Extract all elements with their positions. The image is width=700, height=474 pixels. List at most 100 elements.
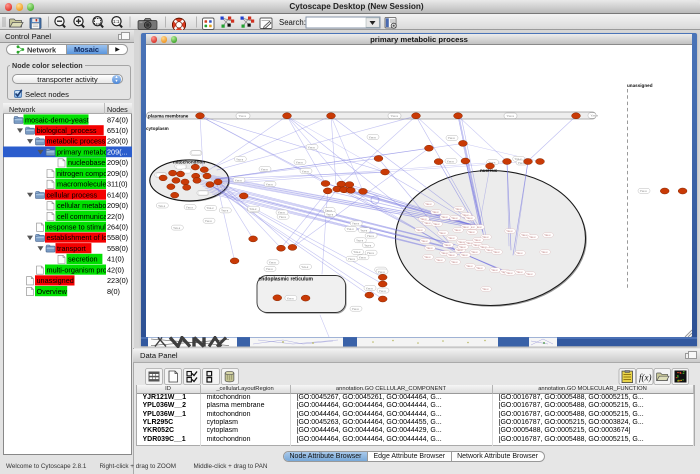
svg-text:Yxx-x: Yxx-x	[379, 289, 387, 293]
svg-text:Yxx-x: Yxx-x	[353, 250, 361, 254]
svg-text:Yxx-x: Yxx-x	[439, 232, 446, 235]
svg-text:Overview: Overview	[37, 287, 68, 296]
svg-text:Yxx-x: Yxx-x	[516, 271, 523, 274]
svg-text:Yxx-x: Yxx-x	[367, 251, 375, 255]
svg-text:Yxx-x: Yxx-x	[476, 267, 483, 270]
svg-text:Yxx-x: Yxx-x	[301, 265, 309, 269]
svg-text:multi-organism pro...: multi-organism pro...	[47, 265, 114, 274]
svg-text:Yxx-x: Yxx-x	[356, 239, 364, 243]
svg-text:Yxx-x: Yxx-x	[261, 167, 269, 171]
svg-text:Yxx-x: Yxx-x	[640, 189, 648, 193]
svg-text:Yxx-x: Yxx-x	[454, 229, 461, 232]
svg-text:264(0): 264(0)	[107, 223, 128, 232]
svg-text:Yxx-x: Yxx-x	[436, 259, 443, 262]
svg-text:Yxx-x: Yxx-x	[455, 208, 462, 211]
svg-text:Yxx-x: Yxx-x	[279, 215, 287, 219]
svg-text:Yxx-x: Yxx-x	[458, 241, 465, 244]
svg-text:Yxx-x: Yxx-x	[378, 270, 386, 274]
svg-text:223(0): 223(0)	[107, 276, 128, 285]
svg-text:cytoplasm: cytoplasm	[146, 126, 169, 131]
svg-text:Yxx-x: Yxx-x	[526, 273, 533, 276]
svg-text:Yxx-x: Yxx-x	[308, 145, 316, 149]
svg-text:unassigned: unassigned	[627, 83, 653, 88]
svg-text:Yxx-x: Yxx-x	[205, 219, 213, 223]
svg-text:Search:: Search:	[279, 18, 306, 27]
svg-text:Yxx-x: Yxx-x	[239, 114, 247, 118]
svg-text:Yxx-x: Yxx-x	[521, 234, 528, 237]
svg-text:Yxx-x: Yxx-x	[424, 222, 431, 225]
svg-text:Yxx-x: Yxx-x	[424, 256, 431, 259]
svg-text:Yxx-x: Yxx-x	[249, 207, 257, 211]
svg-text:f(x): f(x)	[639, 373, 652, 383]
svg-text:Yxx-x: Yxx-x	[506, 272, 513, 275]
svg-text:Yxx-x: Yxx-x	[367, 234, 375, 238]
svg-text:Yxx-x: Yxx-x	[591, 114, 599, 118]
svg-text:Yxx-x: Yxx-x	[287, 296, 295, 300]
svg-text:Yxx-x: Yxx-x	[416, 229, 423, 232]
svg-text:plasma membrane: plasma membrane	[148, 114, 189, 119]
svg-text:Yxx-x: Yxx-x	[425, 203, 432, 206]
svg-text:Yxx-x: Yxx-x	[366, 286, 374, 290]
svg-text:Yxx-x: Yxx-x	[348, 257, 356, 261]
svg-text:311(0): 311(0)	[107, 180, 128, 189]
svg-text:Yxx-x: Yxx-x	[507, 114, 515, 118]
svg-text:cellular process: cellular process	[47, 190, 98, 199]
svg-text:Yxx-x: Yxx-x	[448, 254, 455, 257]
svg-text:558(0): 558(0)	[107, 244, 128, 253]
svg-text:Yxx-x: Yxx-x	[491, 269, 498, 272]
svg-text:Yxx-x: Yxx-x	[506, 230, 513, 233]
svg-text:Yxx-x: Yxx-x	[302, 169, 310, 173]
svg-text:mosaic-demo-yeast: mosaic-demo-yeast	[25, 115, 89, 124]
svg-text:Yxx-x: Yxx-x	[541, 251, 548, 254]
svg-text:Yxx-x: Yxx-x	[433, 223, 440, 226]
svg-text:Yxx-x: Yxx-x	[466, 265, 473, 268]
svg-text:endoplasmic reticulum: endoplasmic reticulum	[259, 277, 314, 283]
svg-text:Yxx-x: Yxx-x	[352, 307, 360, 311]
svg-text:Yxx-x: Yxx-x	[369, 135, 377, 139]
svg-text:Yxx-x: Yxx-x	[391, 114, 399, 118]
svg-text:Yxx-x: Yxx-x	[441, 216, 448, 219]
svg-text:Yxx-x: Yxx-x	[173, 226, 181, 230]
svg-text:Yxx-x: Yxx-x	[544, 234, 551, 237]
svg-text:metabolic process: metabolic process	[47, 137, 106, 146]
svg-text:209(0): 209(0)	[107, 201, 128, 210]
svg-text:558(0): 558(0)	[107, 233, 128, 242]
svg-text:Yxx-x: Yxx-x	[493, 251, 500, 254]
svg-text:Yxx-x: Yxx-x	[462, 226, 469, 229]
svg-text:secretion: secretion	[68, 255, 98, 264]
svg-text:unassigned: unassigned	[37, 276, 74, 285]
svg-text:22(0): 22(0)	[107, 212, 124, 221]
svg-text:Yxx-x: Yxx-x	[359, 256, 367, 260]
svg-text:Yxx-x: Yxx-x	[236, 157, 244, 161]
svg-text:Yxx-x: Yxx-x	[461, 254, 468, 257]
svg-text:Yxx-x: Yxx-x	[466, 217, 473, 220]
svg-text:Yxx-x: Yxx-x	[451, 261, 458, 264]
svg-text:Yxx-x: Yxx-x	[447, 159, 455, 163]
svg-text:Yxx-x: Yxx-x	[352, 222, 360, 226]
svg-text:Yxx-x: Yxx-x	[235, 178, 243, 182]
svg-text:Yxx-x: Yxx-x	[459, 246, 466, 249]
svg-text:Yxx-x: Yxx-x	[347, 227, 355, 231]
svg-text:651(0): 651(0)	[107, 126, 128, 135]
svg-text:Yxx-x: Yxx-x	[364, 243, 372, 247]
svg-text:Yxx-x: Yxx-x	[482, 288, 489, 291]
svg-text:42(0): 42(0)	[107, 265, 124, 274]
svg-text:Yxx-x: Yxx-x	[266, 267, 274, 271]
svg-text:Yxx-x: Yxx-x	[444, 244, 451, 247]
svg-text:Yxx-x: Yxx-x	[207, 206, 215, 210]
svg-text:Yxx-x: Yxx-x	[221, 209, 229, 213]
svg-text:transport: transport	[57, 244, 86, 253]
svg-text:Yxx-x: Yxx-x	[158, 204, 166, 208]
svg-text:209(...: 209(...	[107, 148, 128, 157]
svg-text:Yxx-x: Yxx-x	[448, 136, 456, 140]
svg-text:280(0): 280(0)	[107, 137, 128, 146]
svg-text:614(0): 614(0)	[107, 190, 128, 199]
svg-text:Yxx-x: Yxx-x	[471, 251, 478, 254]
svg-text:response to stimul...: response to stimul...	[47, 223, 112, 232]
svg-text:8(0): 8(0)	[107, 287, 120, 296]
svg-text:Yxx-x: Yxx-x	[516, 252, 523, 255]
svg-text:Yxx-x: Yxx-x	[426, 247, 433, 250]
svg-text:Yxx-x: Yxx-x	[269, 261, 277, 265]
svg-text:Yxx-x: Yxx-x	[186, 205, 194, 209]
svg-text:Yxx-x: Yxx-x	[421, 240, 428, 243]
